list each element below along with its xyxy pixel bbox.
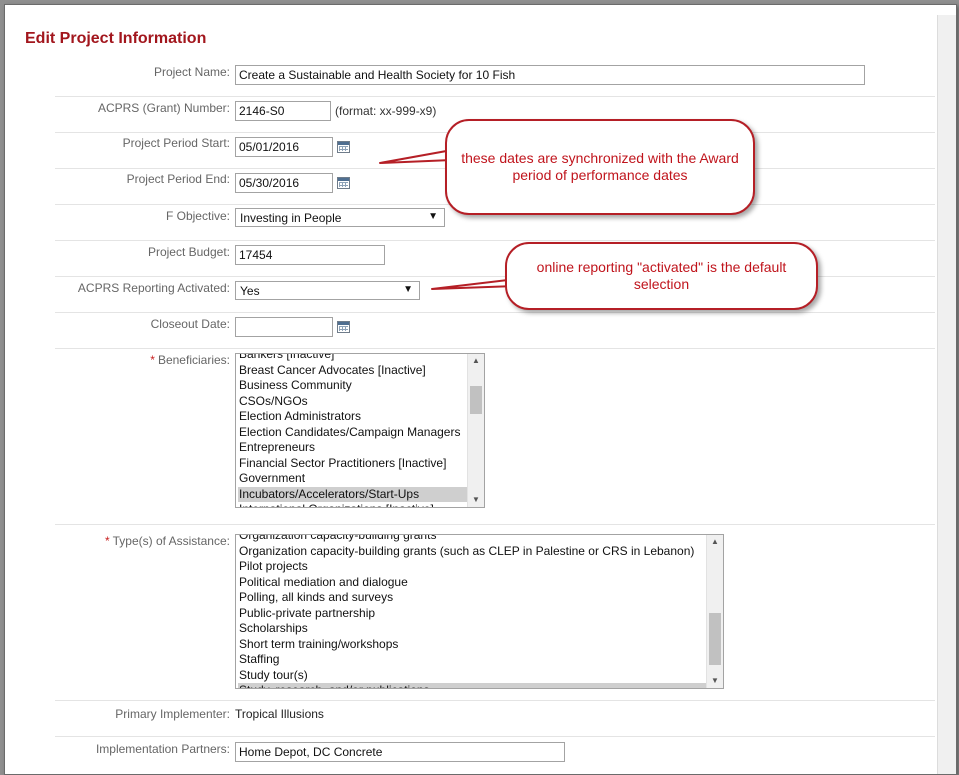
list-item[interactable]: Study tour(s) (238, 668, 706, 684)
list-item[interactable]: Public-private partnership (238, 606, 706, 622)
list-item[interactable]: Election Candidates/Campaign Managers (238, 425, 467, 441)
reporting-value: Yes (240, 284, 260, 298)
reporting-label: ACPRS Reporting Activated: (77, 281, 230, 295)
project-name-input[interactable] (235, 65, 865, 85)
list-item[interactable]: Staffing (238, 652, 706, 668)
list-item[interactable]: Political mediation and dialogue (238, 575, 706, 591)
list-item[interactable]: Election Administrators (238, 409, 467, 425)
calendar-icon[interactable] (337, 141, 350, 153)
list-item[interactable]: Polling, all kinds and surveys (238, 590, 706, 606)
list-item[interactable]: Study, research, and/or publications (238, 683, 706, 688)
scroll-down-icon[interactable]: ▼ (707, 674, 723, 688)
budget-label: Project Budget: (147, 245, 230, 259)
calendar-icon[interactable] (337, 177, 350, 189)
implementation-partners-input[interactable] (235, 742, 565, 762)
period-start-label: Project Period Start: (122, 136, 230, 150)
row-implementation-partners: Implementation Partners: (55, 736, 935, 772)
scroll-thumb[interactable] (709, 613, 721, 665)
grant-number-label: ACPRS (Grant) Number: (97, 101, 230, 115)
dropdown-arrow-icon: ▼ (403, 284, 413, 295)
scroll-up-icon[interactable]: ▲ (707, 535, 723, 549)
list-item[interactable]: Organization capacity-building grants (238, 535, 706, 544)
page-scrollbar[interactable] (937, 15, 956, 774)
row-assistance-types: * Type(s) of Assistance: Organization cap… (55, 524, 935, 701)
period-end-label: Project Period End: (126, 172, 230, 186)
list-item[interactable]: Short term training/workshops (238, 637, 706, 653)
reporting-callout: online reporting "activated" is the defa… (505, 242, 818, 310)
list-item[interactable]: CSOs/NGOs (238, 394, 467, 410)
assistance-types-label: * Type(s) of Assistance: (105, 534, 230, 548)
beneficiaries-options: Bankers [Inactive] Breast Cancer Advocate… (238, 354, 467, 507)
page-title: Edit Project Information (25, 30, 207, 47)
beneficiaries-label: * Beneficiaries: (150, 353, 230, 367)
calendar-icon[interactable] (337, 321, 350, 333)
objective-label: F Objective: (165, 209, 230, 223)
budget-input[interactable] (235, 245, 385, 265)
scroll-thumb[interactable] (470, 386, 482, 414)
required-mark: * (104, 534, 110, 548)
list-item[interactable]: Incubators/Accelerators/Start-Ups (238, 486, 467, 502)
list-item[interactable]: Scholarships (238, 621, 706, 637)
assistance-types-label-text: Type(s) of Assistance: (112, 534, 230, 548)
primary-implementer-label: Primary Implementer: (115, 707, 230, 721)
assistance-types-listbox[interactable]: Organization capacity-building grants Org… (235, 534, 724, 689)
list-item[interactable]: Government (238, 471, 467, 487)
reporting-select[interactable]: Yes ▼ (235, 281, 420, 300)
list-item[interactable]: Pilot projects (238, 559, 706, 575)
scroll-down-icon[interactable]: ▼ (468, 493, 484, 507)
grant-number-input[interactable] (235, 101, 331, 121)
list-item[interactable]: Breast Cancer Advocates [Inactive] (238, 363, 467, 379)
assistance-types-scrollbar[interactable]: ▲ ▼ (706, 535, 723, 688)
primary-implementer-value: Tropical Illusions (235, 707, 324, 721)
dropdown-arrow-icon: ▼ (428, 211, 438, 222)
list-item[interactable]: Financial Sector Practitioners [Inactive… (238, 456, 467, 472)
implementation-partners-label: Implementation Partners: (95, 742, 230, 756)
grant-number-format-hint: (format: xx-999-x9) (335, 104, 437, 118)
list-item[interactable]: Organization capacity-building grants (s… (238, 544, 706, 560)
list-item[interactable]: Business Community (238, 378, 467, 394)
scroll-up-icon[interactable]: ▲ (468, 354, 484, 368)
project-name-label: Project Name: (153, 65, 230, 79)
dates-callout: these dates are synchronized with the Aw… (445, 119, 755, 215)
row-project-name: Project Name: (55, 60, 935, 97)
closeout-label: Closeout Date: (150, 317, 230, 331)
beneficiaries-listbox[interactable]: Bankers [Inactive] Breast Cancer Advocate… (235, 353, 485, 508)
objective-select[interactable]: Investing in People ▼ (235, 208, 445, 227)
row-closeout: Closeout Date: (55, 312, 935, 349)
period-start-input[interactable] (235, 137, 333, 157)
list-item[interactable]: International Organizations [Inactive] (238, 502, 467, 507)
closeout-input[interactable] (235, 317, 333, 337)
list-item[interactable]: Entrepreneurs (238, 440, 467, 456)
beneficiaries-scrollbar[interactable]: ▲ ▼ (467, 354, 484, 507)
required-mark: * (150, 353, 155, 367)
row-beneficiaries: * Beneficiaries: Bankers [Inactive] Breast… (55, 348, 935, 525)
assistance-types-options: Organization capacity-building grants Org… (238, 535, 706, 688)
beneficiaries-label-text: Beneficiaries: (157, 353, 230, 367)
period-end-input[interactable] (235, 173, 333, 193)
objective-value: Investing in People (240, 211, 342, 225)
list-item[interactable]: Bankers [Inactive] (238, 354, 467, 363)
row-primary-implementer: Primary Implementer: Tropical Illusions (55, 700, 935, 737)
